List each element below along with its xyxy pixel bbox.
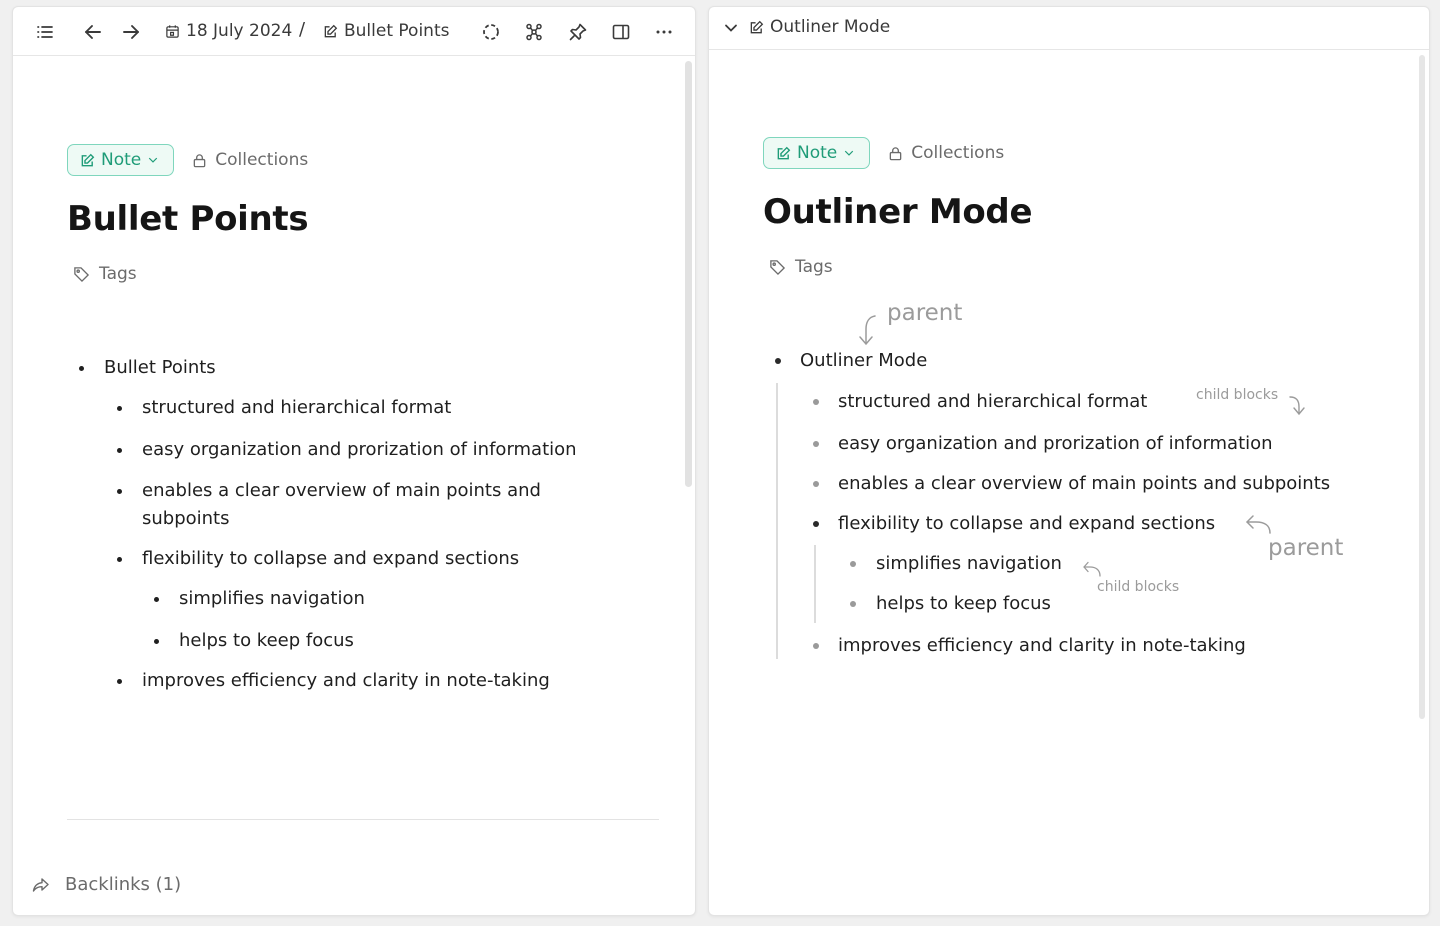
- bullet-item[interactable]: structured and hierarchical format: [838, 390, 1147, 414]
- bullet-dot[interactable]: [813, 643, 819, 649]
- divider: [67, 819, 659, 820]
- bullet-dot[interactable]: [117, 448, 122, 453]
- note-type-dropdown[interactable]: Note: [763, 137, 871, 169]
- bullet-item[interactable]: simplifies navigation: [876, 552, 1062, 576]
- bullet-root[interactable]: Bullet Points: [104, 356, 216, 380]
- bullet-item[interactable]: flexibility to collapse and expand secti…: [838, 512, 1215, 536]
- breadcrumb-separator: /: [299, 19, 306, 40]
- bullet-item[interactable]: improves efficiency and clarity in note-…: [838, 634, 1246, 658]
- list-icon[interactable]: [33, 20, 57, 44]
- right-header: Outliner Mode: [709, 7, 1429, 50]
- scrollbar[interactable]: [685, 61, 692, 487]
- lock-icon: [193, 153, 206, 167]
- dashed-circle-icon[interactable]: [479, 20, 503, 44]
- bullet-dot[interactable]: [117, 679, 122, 684]
- bullet-item[interactable]: simplifies navigation: [179, 587, 365, 611]
- bullet-dot[interactable]: [813, 481, 819, 487]
- bullet-item[interactable]: enables a clear overview of main points …: [142, 477, 597, 533]
- sidebar-icon[interactable]: [609, 20, 633, 44]
- meta-row: Note Collections: [763, 137, 1004, 169]
- bullet-item[interactable]: easy organization and prorization of inf…: [838, 432, 1273, 456]
- bullet-dot[interactable]: [850, 601, 856, 607]
- bullet-item[interactable]: improves efficiency and clarity in note-…: [142, 669, 550, 693]
- bullet-item[interactable]: enables a clear overview of main points …: [838, 472, 1330, 496]
- curved-arrow-icon: [1083, 561, 1101, 577]
- header-page-label: Outliner Mode: [770, 17, 891, 37]
- right-pane: Outliner Mode Note Collections Outliner …: [708, 6, 1430, 916]
- scrollbar[interactable]: [1419, 55, 1425, 719]
- meta-row: Note Collections: [67, 144, 308, 176]
- tags-button[interactable]: Tags: [73, 264, 137, 284]
- left-toolbar: 18 July 2024 / Bullet Points: [13, 7, 695, 56]
- breadcrumb-date[interactable]: 18 July 2024: [165, 19, 297, 43]
- bullet-dot[interactable]: [154, 597, 159, 602]
- note-type-dropdown[interactable]: Note: [67, 144, 175, 176]
- breadcrumb-page[interactable]: Bullet Points: [323, 19, 451, 43]
- bullet-dot[interactable]: [79, 366, 84, 371]
- bullet-dot[interactable]: [117, 406, 122, 411]
- graph-icon[interactable]: [522, 20, 546, 44]
- tags-button[interactable]: Tags: [769, 257, 833, 277]
- bullet-item[interactable]: easy organization and prorization of inf…: [142, 438, 577, 462]
- breadcrumb-date-label: 18 July 2024: [186, 21, 293, 41]
- curved-arrow-icon: [1289, 396, 1305, 416]
- annotation-parent: parent: [1268, 535, 1344, 561]
- edit-icon: [777, 146, 791, 159]
- bullet-root[interactable]: Outliner Mode: [800, 349, 927, 373]
- bullet-dot[interactable]: [154, 639, 159, 644]
- chevron-down-icon[interactable]: [719, 16, 743, 40]
- bullet-dot[interactable]: [813, 441, 819, 447]
- tags-label: Tags: [99, 264, 137, 284]
- edit-icon: [324, 24, 338, 37]
- lock-icon: [889, 146, 902, 160]
- pin-icon[interactable]: [566, 20, 590, 44]
- share-icon: [32, 877, 49, 892]
- calendar-icon: [166, 24, 179, 38]
- curved-arrow-icon: [859, 315, 876, 346]
- indent-guide: [814, 545, 816, 623]
- bullet-item[interactable]: structured and hierarchical format: [142, 396, 451, 420]
- note-type-label: Note: [101, 150, 142, 170]
- chevron-down-icon: [149, 157, 158, 163]
- collections-label: Collections: [215, 150, 309, 170]
- collections-button[interactable]: Collections: [888, 143, 1004, 163]
- edit-icon: [81, 153, 95, 166]
- collections-label: Collections: [911, 143, 1005, 163]
- more-icon[interactable]: [652, 20, 676, 44]
- bullet-item[interactable]: helps to keep focus: [179, 629, 354, 653]
- bullet-item[interactable]: helps to keep focus: [876, 592, 1051, 616]
- header-page[interactable]: Outliner Mode: [749, 15, 890, 39]
- arrow-right-icon[interactable]: [119, 20, 143, 44]
- edit-icon: [750, 20, 764, 33]
- bullet-dot[interactable]: [117, 557, 122, 562]
- annotation-child-blocks: child blocks: [1196, 387, 1279, 403]
- annotation-child-blocks: child blocks: [1097, 579, 1180, 595]
- collections-button[interactable]: Collections: [192, 150, 308, 170]
- tags-label: Tags: [795, 257, 833, 277]
- indent-guide: [776, 383, 778, 659]
- page-title[interactable]: Bullet Points: [67, 199, 309, 239]
- breadcrumb-page-label: Bullet Points: [344, 21, 450, 41]
- tag-icon: [74, 266, 90, 282]
- backlinks-label: Backlinks (1): [65, 874, 182, 895]
- curved-arrow-icon: [1246, 515, 1271, 534]
- bullet-dot[interactable]: [117, 489, 122, 494]
- page-title[interactable]: Outliner Mode: [763, 192, 1033, 232]
- chevron-down-icon: [845, 150, 854, 156]
- bullet-item[interactable]: flexibility to collapse and expand secti…: [142, 547, 519, 571]
- bullet-dot[interactable]: [813, 521, 819, 527]
- left-pane: 18 July 2024 / Bullet Points Note Collec…: [12, 6, 696, 916]
- bullet-dot[interactable]: [775, 358, 781, 364]
- bullet-dot[interactable]: [813, 399, 819, 405]
- bullet-dot[interactable]: [850, 561, 856, 567]
- backlinks-button[interactable]: Backlinks (1): [31, 874, 181, 895]
- tag-icon: [770, 259, 786, 275]
- annotation-parent: parent: [887, 300, 963, 326]
- arrow-left-icon[interactable]: [81, 20, 105, 44]
- note-type-label: Note: [797, 143, 838, 163]
